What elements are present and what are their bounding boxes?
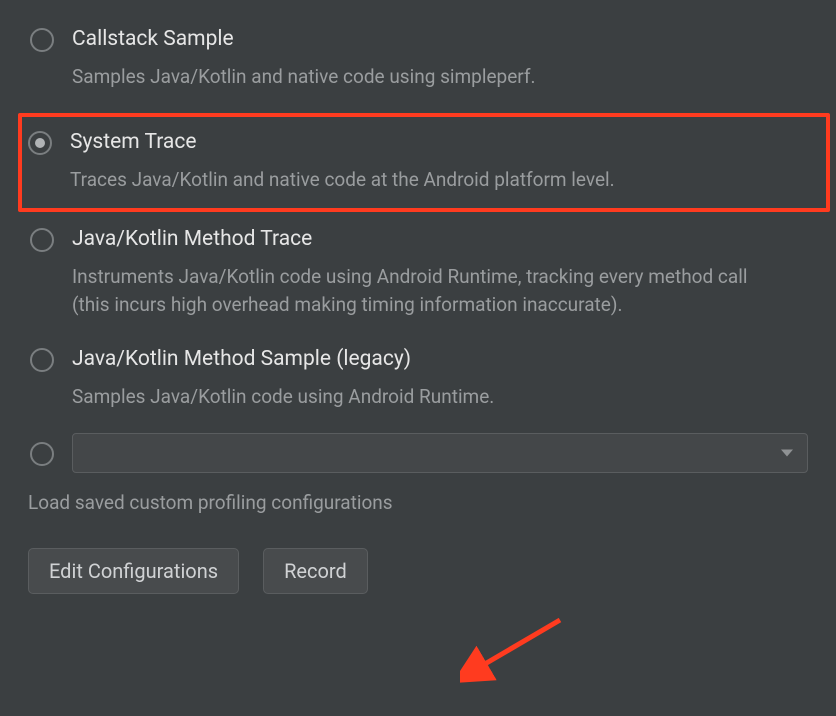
option-desc: Traces Java/Kotlin and native code at th… xyxy=(70,166,820,194)
option-system-trace[interactable]: System Trace Traces Java/Kotlin and nati… xyxy=(18,113,830,212)
custom-config-dropdown[interactable] xyxy=(72,433,808,473)
option-title: Java/Kotlin Method Trace xyxy=(72,226,808,253)
custom-config-row xyxy=(28,433,808,473)
option-java-kotlin-method-trace[interactable]: Java/Kotlin Method Trace Instruments Jav… xyxy=(28,220,808,332)
radio-wrap xyxy=(28,226,72,252)
button-row: Edit Configurations Record xyxy=(28,548,808,594)
option-text: Java/Kotlin Method Trace Instruments Jav… xyxy=(72,226,808,318)
option-callstack-sample[interactable]: Callstack Sample Samples Java/Kotlin and… xyxy=(28,20,808,105)
option-title: System Trace xyxy=(70,129,820,156)
edit-configurations-button[interactable]: Edit Configurations xyxy=(28,548,239,594)
option-title: Callstack Sample xyxy=(72,26,808,53)
option-text: System Trace Traces Java/Kotlin and nati… xyxy=(70,129,820,194)
radio-custom-config[interactable] xyxy=(30,442,54,466)
radio-wrap xyxy=(26,129,70,155)
option-desc: Samples Java/Kotlin code using Android R… xyxy=(72,383,808,411)
radio-java-kotlin-method-sample-legacy[interactable] xyxy=(30,348,54,372)
annotation-arrow-icon xyxy=(460,610,580,690)
option-desc: Samples Java/Kotlin and native code usin… xyxy=(72,63,808,91)
option-title: Java/Kotlin Method Sample (legacy) xyxy=(72,346,808,373)
option-desc: Instruments Java/Kotlin code using Andro… xyxy=(72,263,808,318)
radio-wrap xyxy=(28,440,72,466)
option-text: Callstack Sample Samples Java/Kotlin and… xyxy=(72,26,808,91)
radio-callstack-sample[interactable] xyxy=(30,28,54,52)
radio-java-kotlin-method-trace[interactable] xyxy=(30,228,54,252)
option-java-kotlin-method-sample-legacy[interactable]: Java/Kotlin Method Sample (legacy) Sampl… xyxy=(28,340,808,425)
info-text: Load saved custom profiling configuratio… xyxy=(28,491,808,514)
chevron-down-icon xyxy=(781,449,793,456)
option-text: Java/Kotlin Method Sample (legacy) Sampl… xyxy=(72,346,808,411)
record-button[interactable]: Record xyxy=(263,548,368,594)
radio-wrap xyxy=(28,26,72,52)
radio-system-trace[interactable] xyxy=(28,131,52,155)
radio-wrap xyxy=(28,346,72,372)
